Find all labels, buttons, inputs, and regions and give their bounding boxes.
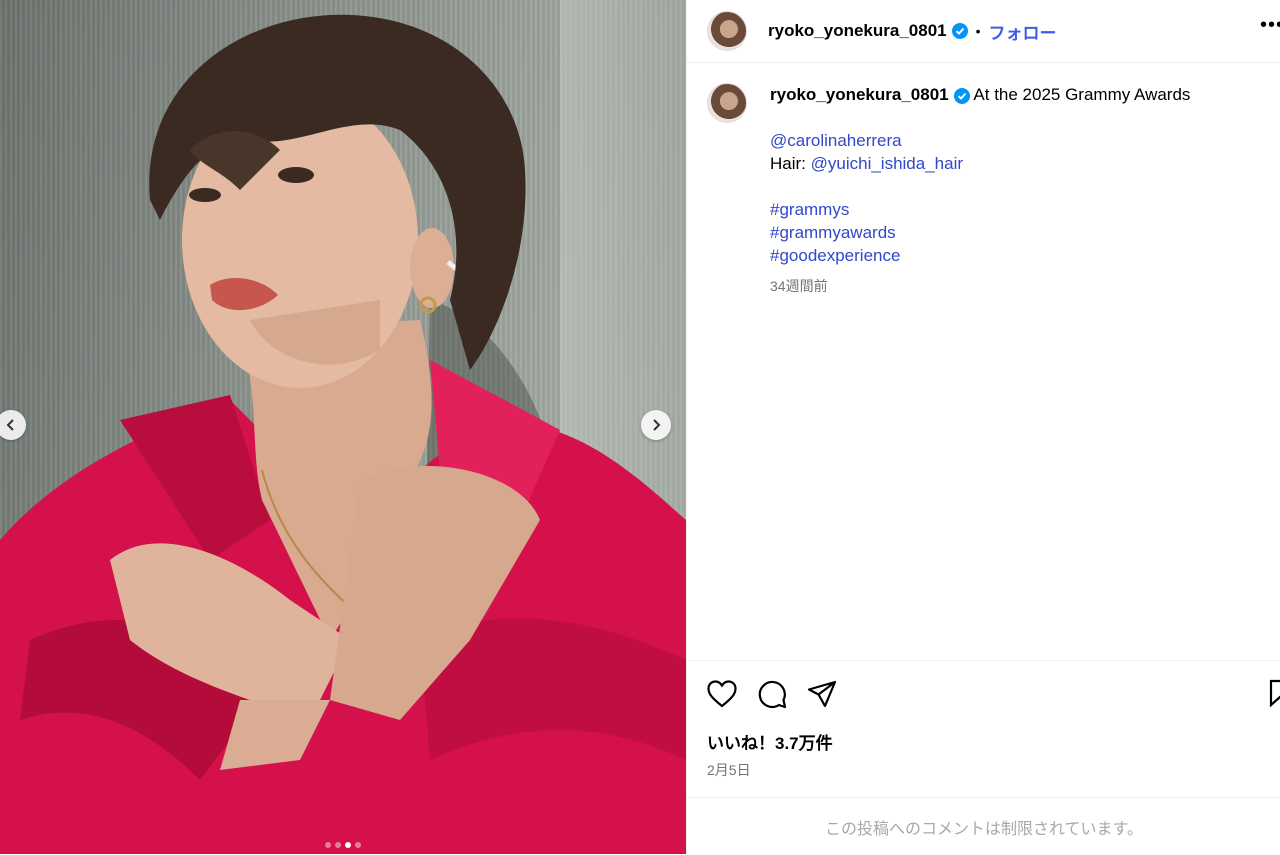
carousel-dot bbox=[355, 842, 361, 848]
mention-link-hair[interactable]: @yuichi_ishida_hair bbox=[811, 154, 963, 173]
like-count[interactable]: いいね！3.7万件 bbox=[687, 709, 1280, 754]
hashtag-link[interactable]: #grammyawards bbox=[770, 223, 896, 242]
post-actions: いいね！3.7万件 2月5日 bbox=[687, 660, 1280, 780]
post-date: 2月5日 bbox=[707, 762, 751, 778]
caption-timestamp: 34週間前 bbox=[770, 278, 828, 294]
carousel-dot bbox=[335, 842, 341, 848]
caption-body: ryoko_yonekura_0801 At the 2025 Grammy A… bbox=[770, 83, 1190, 298]
instagram-post-view: ryoko_yonekura_0801 • フォロー ••• ryoko_yon… bbox=[0, 0, 1280, 854]
verified-badge-icon bbox=[953, 87, 970, 104]
caption-first-line: ryoko_yonekura_0801 At the 2025 Grammy A… bbox=[770, 83, 1190, 106]
caption-avatar[interactable] bbox=[707, 83, 747, 123]
verified-badge-icon bbox=[951, 23, 968, 39]
bookmark-icon[interactable] bbox=[1269, 679, 1280, 707]
caption-text: At the 2025 Grammy Awards bbox=[973, 85, 1191, 104]
post-media bbox=[0, 0, 686, 854]
header-separator: • bbox=[975, 23, 981, 39]
comment-icon[interactable] bbox=[757, 679, 787, 709]
more-options-button[interactable]: ••• bbox=[1260, 14, 1280, 37]
avatar[interactable] bbox=[707, 11, 747, 51]
share-icon[interactable] bbox=[807, 680, 837, 708]
carousel-dot-active bbox=[345, 842, 351, 848]
hashtag-link[interactable]: #goodexperience bbox=[770, 246, 900, 265]
heart-icon[interactable] bbox=[707, 680, 737, 708]
header-username[interactable]: ryoko_yonekura_0801 bbox=[768, 21, 947, 41]
caption-username[interactable]: ryoko_yonekura_0801 bbox=[770, 85, 949, 104]
carousel-next-button[interactable] bbox=[641, 410, 671, 440]
chevron-left-icon bbox=[6, 419, 14, 431]
carousel-indicator bbox=[0, 842, 686, 848]
hair-prefix: Hair: bbox=[770, 154, 811, 173]
post-caption: ryoko_yonekura_0801 At the 2025 Grammy A… bbox=[687, 63, 1280, 298]
comments-restricted-notice: この投稿へのコメントは制限されています。 bbox=[687, 797, 1280, 855]
post-side-panel: ryoko_yonekura_0801 • フォロー ••• ryoko_yon… bbox=[686, 0, 1280, 854]
action-icons bbox=[687, 661, 1280, 709]
post-photo bbox=[0, 14, 686, 854]
carousel-dot bbox=[325, 842, 331, 848]
mention-link-brand[interactable]: @carolinaherrera bbox=[770, 131, 902, 150]
post-header: ryoko_yonekura_0801 • フォロー ••• bbox=[687, 0, 1280, 63]
hashtag-link[interactable]: #grammys bbox=[770, 200, 849, 219]
follow-button[interactable]: フォロー bbox=[989, 19, 1057, 44]
chevron-right-icon bbox=[653, 419, 661, 431]
